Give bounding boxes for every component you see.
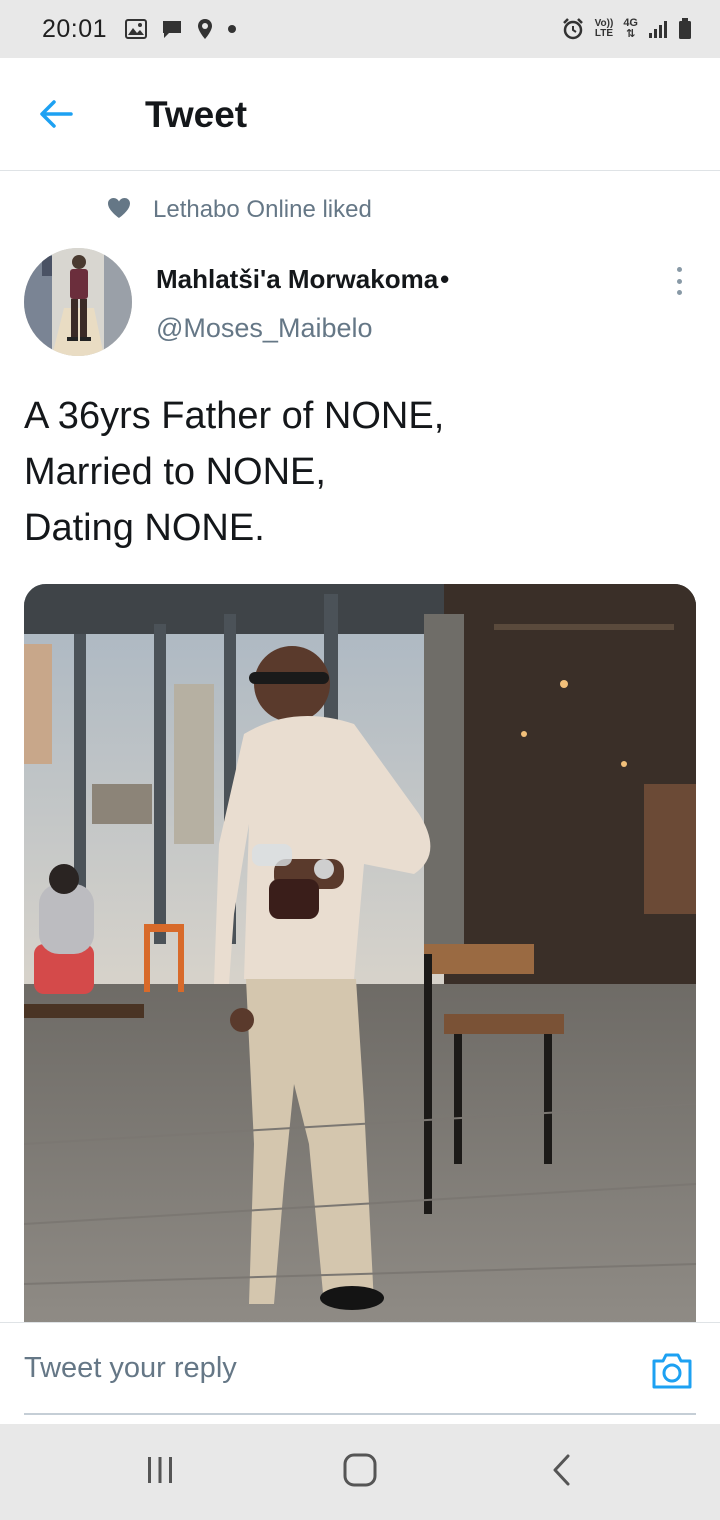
status-left-icons: [125, 18, 237, 40]
message-icon: [161, 19, 183, 39]
recent-apps-button[interactable]: [138, 1452, 182, 1492]
recent-apps-icon: [145, 1455, 175, 1490]
tweet-photo[interactable]: [24, 584, 696, 1324]
volte-label-bottom: LTE: [594, 28, 614, 39]
camera-button[interactable]: [650, 1353, 694, 1393]
social-context-label: Lethabo Online liked: [153, 196, 372, 223]
alarm-icon: [561, 17, 585, 41]
app-header: Tweet: [0, 58, 720, 171]
tweet-text-line: Dating NONE.: [24, 507, 265, 549]
home-icon: [342, 1453, 378, 1492]
network-label: 4G: [623, 17, 638, 29]
back-button[interactable]: [36, 96, 76, 136]
author-name-row[interactable]: Mahlatši'a Morwakoma •: [156, 264, 449, 295]
status-bar: 20:01 Vo)) LTE 4G ⇅: [0, 0, 720, 58]
author-name: Mahlatši'a Morwakoma: [156, 264, 439, 294]
system-nav-bar: [0, 1424, 720, 1520]
author-name-suffix: •: [440, 264, 450, 294]
author-handle[interactable]: @Moses_Maibelo: [156, 313, 373, 344]
location-icon: [197, 18, 213, 40]
more-dot: [676, 267, 682, 272]
status-time: 20:01: [42, 14, 108, 43]
heart-icon: [107, 197, 131, 224]
avatar[interactable]: [24, 248, 132, 356]
home-button[interactable]: [338, 1452, 382, 1492]
signal-icon: [648, 19, 668, 39]
social-context[interactable]: Lethabo Online liked: [107, 196, 372, 224]
reply-input[interactable]: Tweet your reply: [24, 1323, 624, 1413]
camera-icon: [651, 1352, 693, 1395]
network-icon: 4G ⇅: [623, 17, 638, 40]
volte-icon: Vo)) LTE: [595, 19, 614, 39]
status-right-icons: Vo)) LTE 4G ⇅: [561, 17, 692, 41]
tweet-text-line: A 36yrs Father of NONE,: [24, 395, 445, 437]
back-icon: [550, 1453, 574, 1492]
reply-underline: [24, 1413, 696, 1415]
more-dot: [676, 290, 682, 295]
more-dot: [676, 278, 682, 284]
battery-icon: [678, 18, 692, 40]
back-arrow-icon: [38, 98, 74, 135]
gallery-icon: [125, 19, 148, 39]
dot-icon: [227, 24, 237, 34]
more-options-button[interactable]: [664, 264, 694, 298]
nav-back-button[interactable]: [540, 1452, 584, 1492]
page-title: Tweet: [145, 94, 248, 135]
tweet-text-line: Married to NONE,: [24, 451, 326, 493]
reply-bar: Tweet your reply: [0, 1322, 720, 1424]
tweet-text: A 36yrs Father of NONE, Married to NONE,…: [24, 388, 696, 556]
